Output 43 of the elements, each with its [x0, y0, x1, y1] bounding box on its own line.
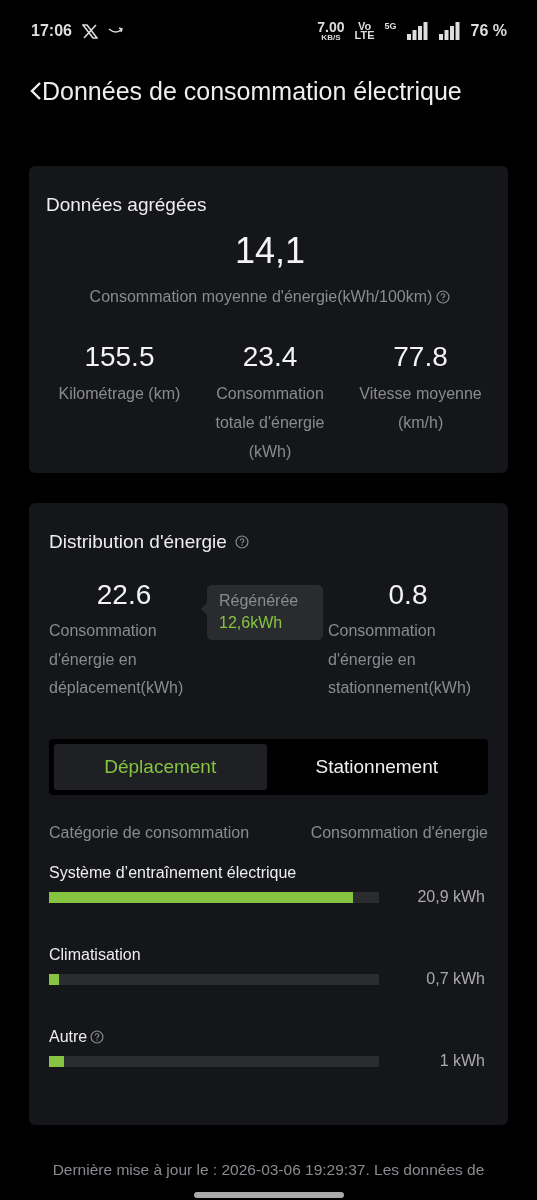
- help-icon[interactable]: [90, 1030, 105, 1044]
- battery-level: 76 %: [470, 22, 507, 40]
- section-title: Distribution d'énergie: [49, 531, 227, 553]
- lte-label: LTE: [354, 31, 375, 40]
- speed-unit: KB/S: [321, 32, 341, 42]
- tab[interactable]: Déplacement: [54, 743, 267, 790]
- signal-icon: [406, 22, 429, 40]
- section-title: Données agrégées: [46, 194, 207, 216]
- column-header: Consommation d'énergie: [310, 822, 488, 843]
- tab[interactable]: Stationnement: [270, 743, 483, 790]
- tooltip-value: 12,6kWh: [219, 613, 284, 633]
- page-title: Données de consommation électrique: [42, 76, 462, 106]
- stat-label: Kilométrage (km): [58, 384, 181, 404]
- average-consumption-value: 14,1: [234, 230, 306, 272]
- x-logo-icon: [81, 23, 98, 39]
- driving-consumption-value: 22.6: [95, 579, 153, 611]
- stat-value: 155.5: [84, 341, 155, 373]
- stat-value: 23.4: [242, 341, 298, 373]
- category-name: Climatisation: [49, 946, 141, 964]
- average-consumption-label: Consommation moyenne d'énergie(kWh/100km): [89, 287, 433, 307]
- stat-value: 77.8: [393, 341, 448, 373]
- help-icon[interactable]: [436, 289, 451, 304]
- stat-label: Consommation totale d'énergie (kWh): [214, 384, 326, 462]
- tooltip-title: Régénérée: [219, 591, 300, 611]
- network-type: 5G: [384, 21, 397, 31]
- network-speed: 7.00: [317, 20, 345, 33]
- energy-reading: 0,7 kWh: [426, 970, 485, 988]
- energy-reading: 1 kWh: [439, 1052, 485, 1070]
- volte-label: Vo: [357, 22, 372, 31]
- clock: 17:06: [31, 22, 72, 40]
- parking-consumption-label: Consommation d'énergie en stationnement(kWh): [328, 621, 473, 698]
- category-name: Système d’entraînement électrique: [49, 864, 297, 882]
- parking-consumption-value: 0.8: [387, 579, 429, 611]
- smile-arrow-icon: [107, 27, 124, 35]
- back-icon[interactable]: [30, 81, 42, 101]
- driving-consumption-label: Consommation d'énergie en déplacement(kWh): [49, 621, 185, 698]
- help-icon[interactable]: [234, 535, 249, 549]
- category-name: Autre: [49, 1028, 88, 1046]
- column-header: Catégorie de consommation: [49, 822, 250, 843]
- last-update-text: Dernière mise à jour le : 2026-03-06 19:29:37. Les données de: [51, 1161, 486, 1179]
- energy-reading: 20,9 kWh: [417, 888, 485, 906]
- stat-label: Vitesse moyenne (km/h): [358, 384, 483, 433]
- signal-icon: [438, 22, 461, 40]
